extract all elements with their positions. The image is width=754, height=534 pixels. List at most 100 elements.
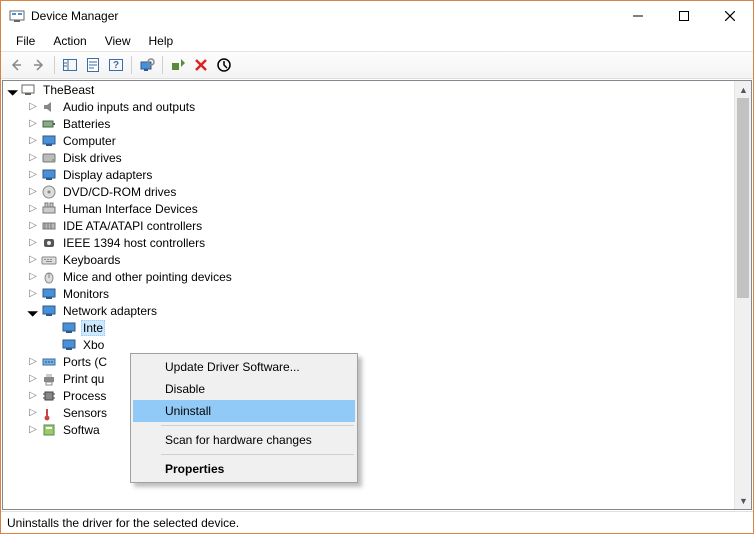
- tree-category-label: Monitors: [61, 287, 111, 301]
- tree-category-label: Disk drives: [61, 151, 124, 165]
- tree-category-label: Ports (C: [61, 355, 109, 369]
- maximize-button[interactable]: [661, 1, 707, 31]
- expand-icon[interactable]: ▷: [27, 407, 39, 419]
- expand-icon[interactable]: ▷: [27, 254, 39, 266]
- device-manager-window: Device Manager File Action View Help ? ◢…: [0, 0, 754, 534]
- sensor-icon: [41, 405, 57, 421]
- tree-root-label: TheBeast: [41, 83, 96, 97]
- tree-category[interactable]: ▷ Keyboards: [3, 251, 734, 268]
- tree-category[interactable]: ▷ Monitors: [3, 285, 734, 302]
- titlebar: Device Manager: [1, 1, 753, 31]
- tree-category[interactable]: ▷Softwa: [3, 421, 734, 438]
- update-driver-button[interactable]: [167, 54, 189, 76]
- tree-category-label: Audio inputs and outputs: [61, 100, 197, 114]
- expand-icon[interactable]: ▷: [27, 424, 39, 436]
- svg-text:?: ?: [113, 60, 119, 71]
- tree-category-label: DVD/CD-ROM drives: [61, 185, 178, 199]
- scroll-thumb[interactable]: [737, 98, 749, 298]
- tree-category[interactable]: ▷ Audio inputs and outputs: [3, 98, 734, 115]
- tree-root[interactable]: ◢ TheBeast: [3, 81, 734, 98]
- expand-icon[interactable]: ▷: [27, 356, 39, 368]
- back-button: [5, 54, 27, 76]
- battery-icon: [41, 116, 57, 132]
- monitor-icon: [61, 337, 77, 353]
- expand-icon[interactable]: ▷: [27, 203, 39, 215]
- tree-category[interactable]: ▷Sensors: [3, 404, 734, 421]
- tree-category[interactable]: ▷IEEE 1394 host controllers: [3, 234, 734, 251]
- collapse-icon[interactable]: ◢: [25, 302, 42, 319]
- monitor-icon: [41, 167, 57, 183]
- tree-device-label: Inte: [81, 320, 105, 336]
- expand-icon[interactable]: ▷: [27, 186, 39, 198]
- device-tree[interactable]: ◢TheBeast▷Audio inputs and outputs▷Batte…: [3, 81, 734, 509]
- minimize-button[interactable]: [615, 1, 661, 31]
- context-menu: Update Driver Software...DisableUninstal…: [130, 353, 358, 483]
- context-menu-item[interactable]: Disable: [133, 378, 355, 400]
- context-menu-separator: [161, 454, 354, 455]
- ide-icon: [41, 218, 57, 234]
- expand-icon[interactable]: ▷: [27, 373, 39, 385]
- tree-category[interactable]: ◢ Network adapters: [3, 302, 734, 319]
- scan-hardware-button[interactable]: [136, 54, 158, 76]
- disc-icon: [41, 184, 57, 200]
- menu-view[interactable]: View: [98, 33, 138, 49]
- expand-icon[interactable]: ▷: [27, 101, 39, 113]
- firewire-icon: [41, 235, 57, 251]
- tree-device[interactable]: ▷Inte: [3, 319, 734, 336]
- collapse-icon[interactable]: ◢: [5, 81, 22, 98]
- scroll-down-arrow[interactable]: ▼: [735, 492, 752, 509]
- expand-icon[interactable]: ▷: [27, 135, 39, 147]
- disable-button[interactable]: [213, 54, 235, 76]
- expand-icon[interactable]: ▷: [27, 237, 39, 249]
- tree-category[interactable]: ▷Process: [3, 387, 734, 404]
- tree-category-label: Mice and other pointing devices: [61, 270, 234, 284]
- scroll-up-arrow[interactable]: ▲: [735, 81, 752, 98]
- vertical-scrollbar[interactable]: ▲ ▼: [734, 81, 751, 509]
- context-menu-item[interactable]: Update Driver Software...: [133, 356, 355, 378]
- tree-category[interactable]: ▷Batteries: [3, 115, 734, 132]
- tree-category[interactable]: ▷IDE ATA/ATAPI controllers: [3, 217, 734, 234]
- expand-icon[interactable]: ▷: [27, 169, 39, 181]
- help-button[interactable]: ?: [105, 54, 127, 76]
- tree-category[interactable]: ▷ Human Interface Devices: [3, 200, 734, 217]
- tree-category[interactable]: ▷ Mice and other pointing devices: [3, 268, 734, 285]
- menu-file[interactable]: File: [9, 33, 42, 49]
- tree-category[interactable]: ▷Print qu: [3, 370, 734, 387]
- monitor-icon: [61, 320, 77, 336]
- properties-button[interactable]: [82, 54, 104, 76]
- tree-category-label: Network adapters: [61, 304, 159, 318]
- tree-device-label: Xbo: [81, 338, 106, 352]
- expand-icon[interactable]: ▷: [27, 390, 39, 402]
- cpu-icon: [41, 388, 57, 404]
- tree-category-label: Computer: [61, 134, 118, 148]
- expand-icon[interactable]: ▷: [27, 152, 39, 164]
- close-button[interactable]: [707, 1, 753, 31]
- tree-category-label: Keyboards: [61, 253, 122, 267]
- show-hide-console-tree-button[interactable]: [59, 54, 81, 76]
- context-menu-item[interactable]: Uninstall: [133, 400, 355, 422]
- expand-icon[interactable]: ▷: [27, 118, 39, 130]
- tree-category-label: Human Interface Devices: [61, 202, 200, 216]
- keyboard-icon: [41, 252, 57, 268]
- menu-action[interactable]: Action: [46, 33, 93, 49]
- menu-help[interactable]: Help: [142, 33, 181, 49]
- monitor-icon: [41, 286, 57, 302]
- menubar: File Action View Help: [1, 31, 753, 51]
- expand-icon[interactable]: ▷: [27, 271, 39, 283]
- port-icon: [41, 354, 57, 370]
- context-menu-item[interactable]: Scan for hardware changes: [133, 429, 355, 451]
- uninstall-button[interactable]: [190, 54, 212, 76]
- tree-category[interactable]: ▷ DVD/CD-ROM drives: [3, 183, 734, 200]
- expand-icon[interactable]: ▷: [27, 288, 39, 300]
- tree-category[interactable]: ▷ Disk drives: [3, 149, 734, 166]
- mouse-icon: [41, 269, 57, 285]
- context-menu-item[interactable]: Properties: [133, 458, 355, 480]
- printer-icon: [41, 371, 57, 387]
- forward-button: [28, 54, 50, 76]
- tree-device[interactable]: ▷Xbo: [3, 336, 734, 353]
- expand-icon[interactable]: ▷: [27, 220, 39, 232]
- disk-icon: [41, 150, 57, 166]
- tree-category[interactable]: ▷ Computer: [3, 132, 734, 149]
- tree-category[interactable]: ▷Display adapters: [3, 166, 734, 183]
- tree-category[interactable]: ▷ Ports (C: [3, 353, 734, 370]
